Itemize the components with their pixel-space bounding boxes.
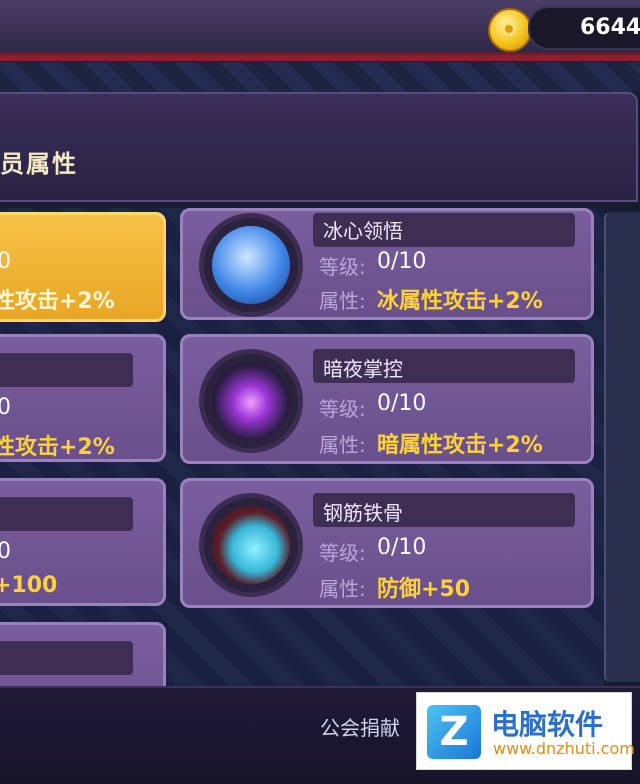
skill-level-value: 0 (0, 539, 11, 564)
skill-card-dark[interactable]: 暗夜掌控 等级: 0/10 属性: 暗属性攻击+2% (180, 334, 594, 464)
side-scroll-panel[interactable] (604, 212, 640, 682)
skill-name-bar (0, 641, 133, 675)
skill-icon-frame (199, 213, 303, 317)
arm-muscle-icon (212, 506, 290, 584)
skill-name: 钢筋铁骨 (323, 501, 403, 525)
skill-card-defense[interactable]: 钢筋铁骨 等级: 0/10 属性: 防御+50 (180, 478, 594, 608)
skill-attr-value: 冰属性攻击+2% (377, 289, 543, 314)
skill-attr-value: 防御+50 (377, 577, 471, 602)
skill-attr-value: 暗属性攻击+2% (377, 433, 543, 458)
skill-card-left-4[interactable] (0, 622, 166, 686)
watermark-url: www.dnzhuti.com (493, 739, 635, 758)
skill-attr-value: 性攻击+2% (0, 289, 115, 314)
skill-level-value: 0 (0, 395, 11, 420)
coin-counter: 66441 (528, 6, 640, 50)
skill-attr-label: 属性: (319, 289, 366, 313)
skill-level-value: 0/10 (377, 391, 427, 416)
skill-list[interactable]: 0 性攻击+2% 0 性攻击+2% 0 +100 冰心领悟 等级: 0/10 属… (0, 208, 604, 686)
skill-level-label: 等级: (319, 397, 366, 421)
skill-icon-frame (199, 493, 303, 597)
skill-attr-value: +100 (0, 573, 58, 598)
ice-heart-icon (212, 226, 290, 304)
skill-level-label: 等级: (319, 541, 366, 565)
header-band (0, 62, 640, 92)
skill-level-value: 0/10 (377, 535, 427, 560)
skill-card-ice[interactable]: 冰心领悟 等级: 0/10 属性: 冰属性攻击+2% (180, 208, 594, 320)
watermark: Z 电脑软件 www.dnzhuti.com (416, 692, 635, 770)
skill-card-left-2[interactable]: 0 性攻击+2% (0, 334, 166, 462)
skill-name: 冰心领悟 (323, 219, 403, 243)
skill-attr-value: 性攻击+2% (0, 435, 115, 460)
skill-level-label: 等级: (319, 255, 366, 279)
skill-card-left-3[interactable]: 0 +100 (0, 478, 166, 606)
skill-attr-label: 属性: (319, 577, 366, 601)
coin-icon (488, 8, 532, 52)
skill-level-value: 0/10 (377, 249, 427, 274)
skill-name-bar (0, 497, 133, 531)
attribute-panel-header: 员属性 (0, 92, 638, 202)
skill-icon-frame (199, 349, 303, 453)
watermark-logo: Z (427, 705, 481, 759)
skill-attr-label: 属性: (319, 433, 366, 457)
dark-orb-icon (212, 362, 290, 440)
skill-name: 暗夜掌控 (323, 357, 403, 381)
watermark-title: 电脑软件 (491, 708, 604, 741)
panel-title: 员属性 (0, 150, 78, 178)
guild-donate-label[interactable]: 公会捐献 (320, 712, 400, 741)
skill-name-bar (0, 353, 133, 387)
coin-value: 66441 (580, 15, 640, 40)
skill-level-value: 0 (0, 249, 11, 274)
top-divider (0, 55, 640, 61)
skill-card-left-1[interactable]: 0 性攻击+2% (0, 212, 166, 322)
